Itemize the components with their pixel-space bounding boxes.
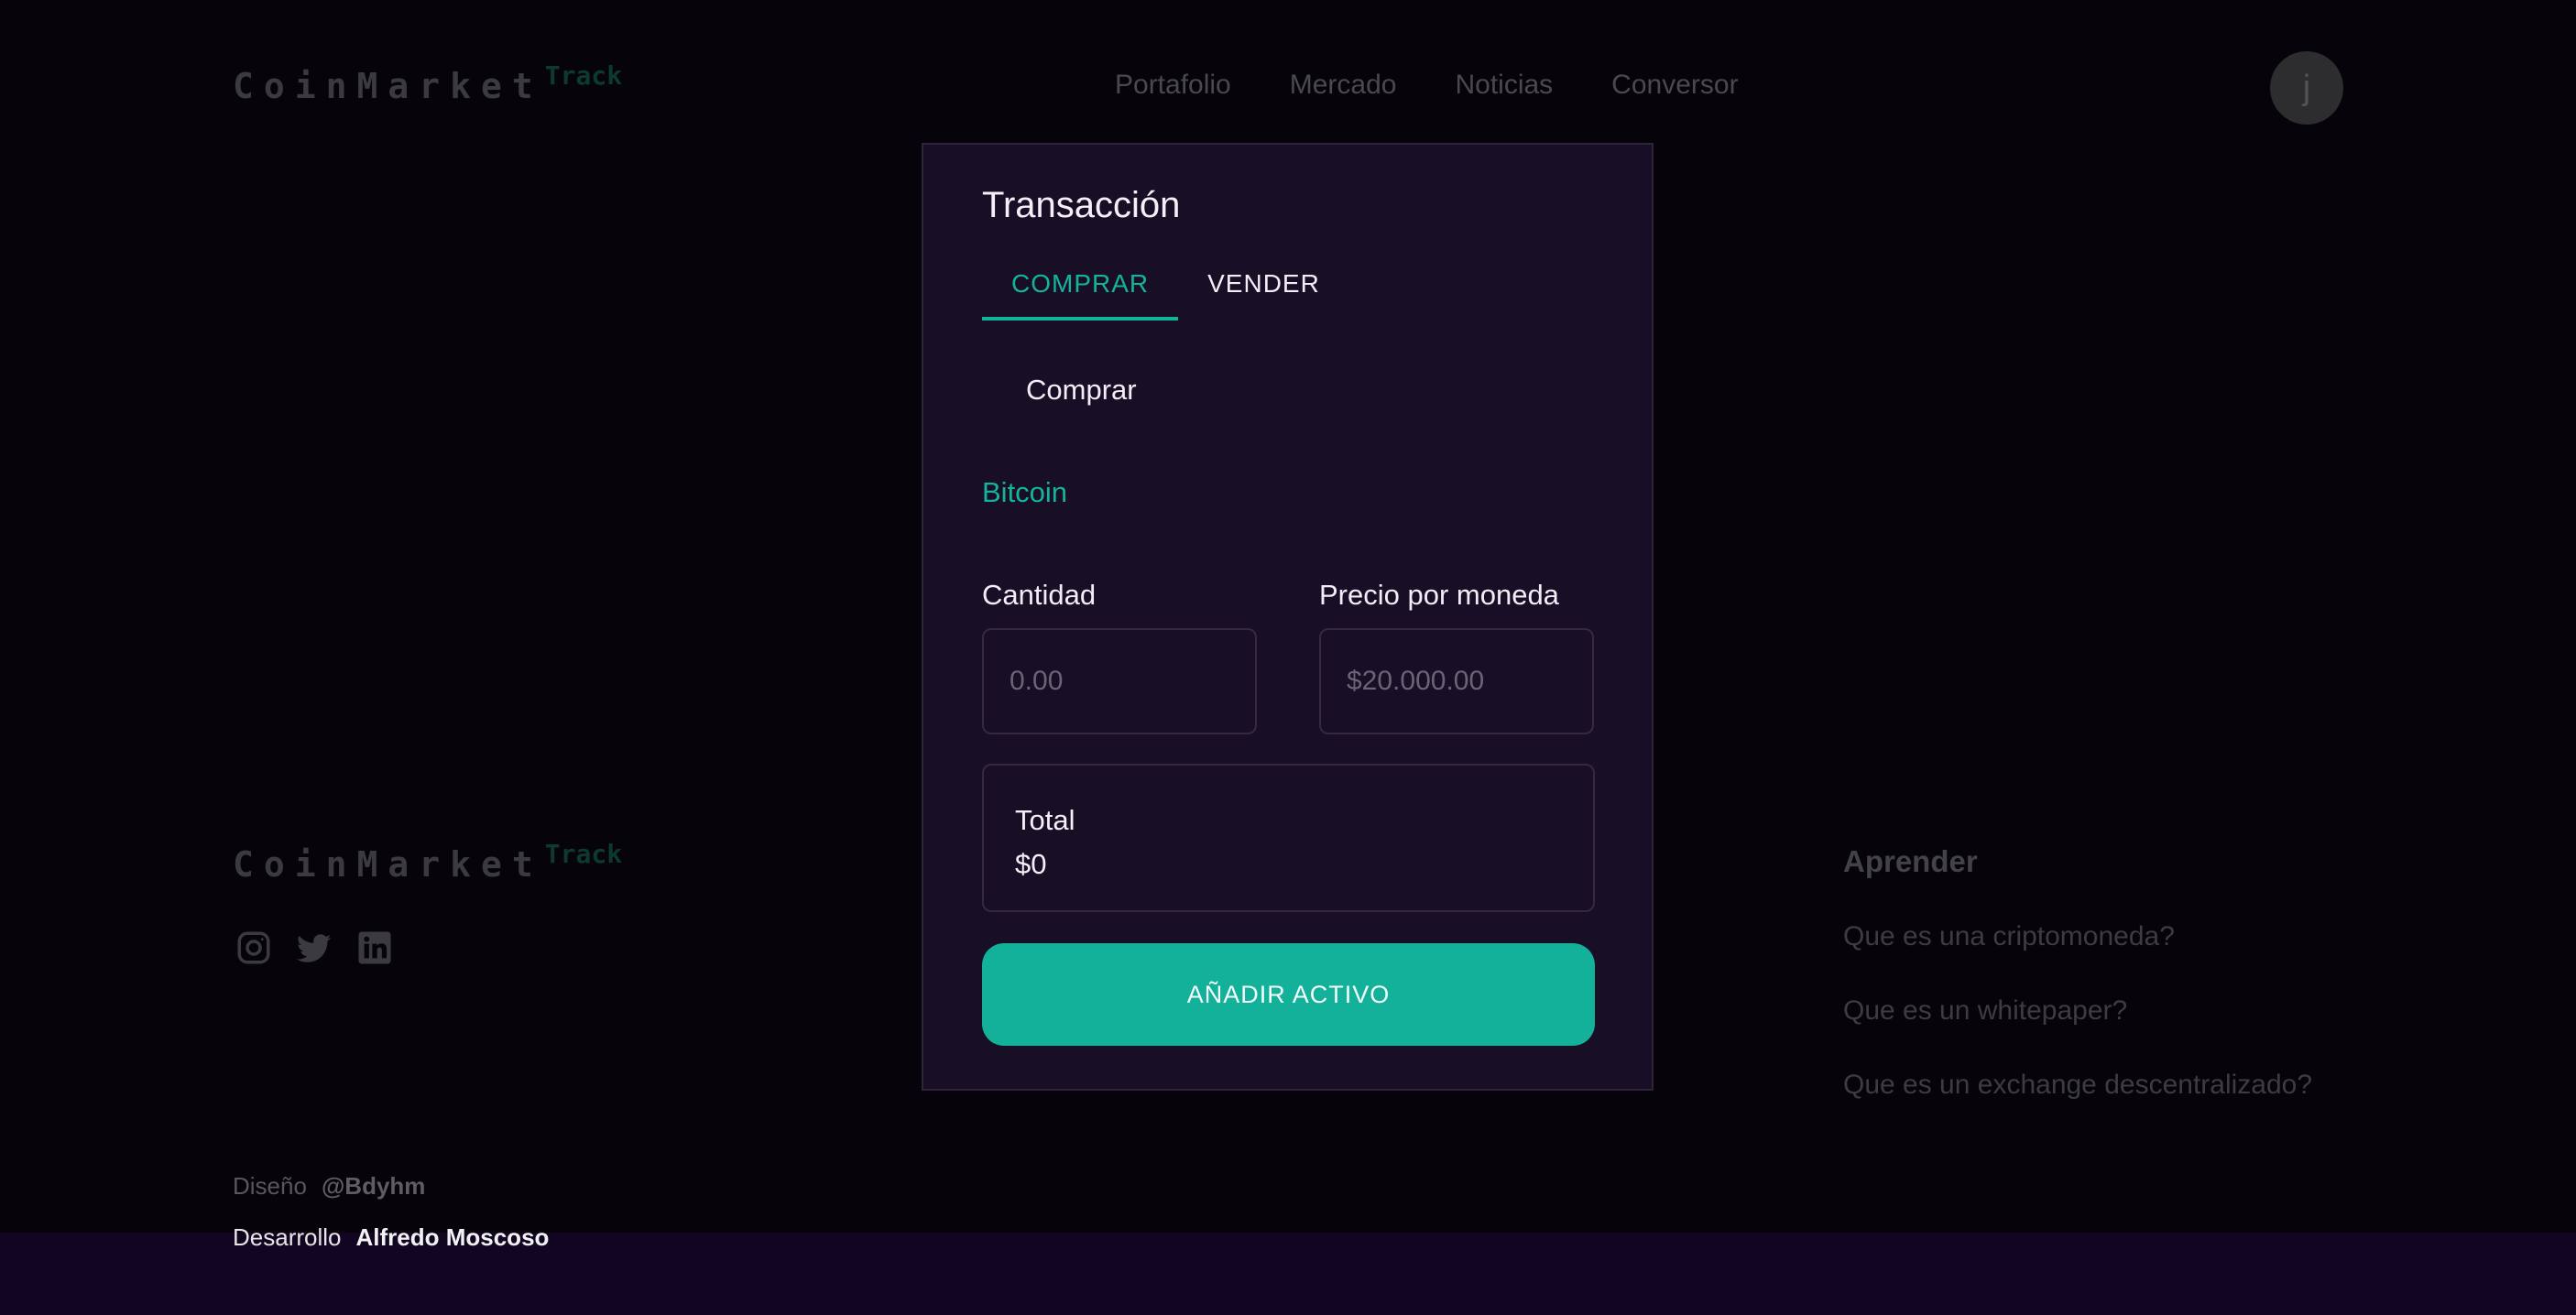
action-label: Comprar: [1026, 374, 1137, 406]
nav-portafolio[interactable]: Portafolio: [1115, 70, 1231, 101]
design-name[interactable]: @Bdyhm: [322, 1172, 425, 1201]
dev-credit: Desarrollo Alfredo Moscoso: [233, 1223, 549, 1252]
footer-logo[interactable]: CoinMarket Track: [233, 839, 622, 885]
footer-logo-sub-text: Track: [544, 839, 623, 869]
learn-links: Que es una criptomoneda? Que es un white…: [1843, 921, 2312, 1144]
instagram-icon[interactable]: [235, 929, 273, 967]
price-input[interactable]: [1319, 628, 1594, 734]
quantity-label: Cantidad: [982, 579, 1097, 611]
social-links: [235, 929, 394, 967]
learn-link-criptomoneda[interactable]: Que es una criptomoneda?: [1843, 921, 2312, 954]
total-value: $0: [1015, 848, 1047, 880]
learn-link-whitepaper[interactable]: Que es un whitepaper?: [1843, 995, 2312, 1028]
add-asset-button[interactable]: AÑADIR ACTIVO: [982, 943, 1595, 1046]
design-label: Diseño: [233, 1172, 307, 1200]
linkedin-icon[interactable]: [355, 929, 394, 967]
dev-name[interactable]: Alfredo Moscoso: [356, 1223, 550, 1252]
logo-main-text: CoinMarket: [233, 66, 543, 106]
learn-heading: Aprender: [1843, 844, 1978, 878]
quantity-input[interactable]: [982, 628, 1257, 734]
modal-title: Transacción: [982, 185, 1181, 225]
design-credit: Diseño @Bdyhm: [233, 1172, 425, 1201]
avatar[interactable]: j: [2270, 51, 2343, 125]
tab-vender[interactable]: VENDER: [1178, 256, 1349, 321]
nav-noticias[interactable]: Noticias: [1455, 70, 1553, 101]
transaction-tabs: COMPRAR VENDER: [982, 256, 1349, 321]
footer-logo-main-text: CoinMarket: [233, 844, 543, 885]
coin-selector[interactable]: Bitcoin: [982, 476, 1067, 509]
nav-mercado[interactable]: Mercado: [1290, 70, 1397, 101]
transaction-modal: Transacción COMPRAR VENDER Comprar Bitco…: [922, 143, 1654, 1091]
nav-conversor[interactable]: Conversor: [1611, 70, 1738, 101]
learn-link-exchange[interactable]: Que es un exchange descentralizado?: [1843, 1070, 2312, 1103]
main-nav: Portafolio Mercado Noticias Conversor: [1115, 70, 1739, 101]
price-label: Precio por moneda: [1319, 579, 1559, 611]
logo-sub-text: Track: [544, 60, 623, 91]
avatar-initial: j: [2302, 68, 2311, 107]
header-logo[interactable]: CoinMarket Track: [233, 60, 622, 106]
total-box: Total $0: [982, 764, 1595, 912]
dev-label: Desarrollo: [233, 1223, 342, 1251]
total-label: Total: [1015, 804, 1075, 836]
twitter-icon[interactable]: [295, 929, 333, 967]
tab-comprar[interactable]: COMPRAR: [982, 256, 1179, 321]
